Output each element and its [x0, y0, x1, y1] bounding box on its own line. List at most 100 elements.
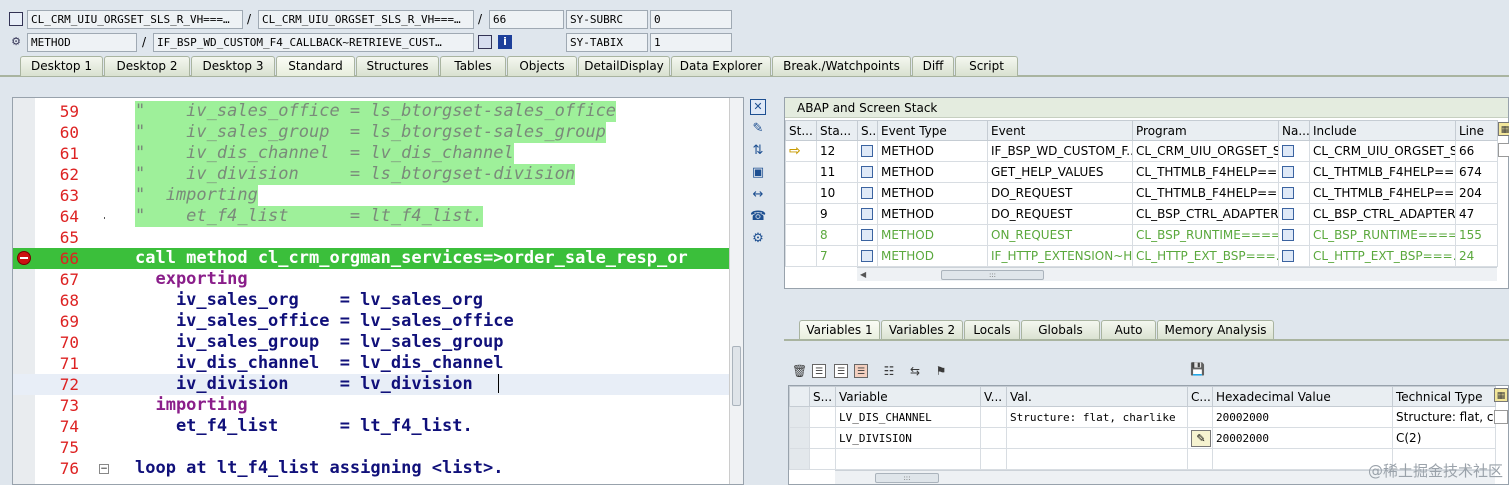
select-all-checkbox[interactable]	[1498, 143, 1509, 157]
code-line[interactable]: 62 " iv_division = ls_btorgset-division	[13, 164, 743, 185]
stack-navigate-icon[interactable]	[1278, 140, 1310, 162]
event-name-field[interactable]: IF_BSP_WD_CUSTOM_F4_CALLBACK~RETRIEVE_CU…	[153, 33, 474, 52]
stack-current-marker[interactable]	[785, 161, 817, 183]
save-icon[interactable]: 💾	[1190, 362, 1205, 376]
tab-break-watchpoints[interactable]: Break./Watchpoints	[772, 56, 911, 76]
row-selector-header[interactable]	[789, 386, 810, 407]
tab-auto[interactable]: Auto	[1101, 320, 1156, 340]
stack-event-icon[interactable]	[857, 182, 878, 204]
breakpoint-stop-icon[interactable]	[17, 251, 31, 265]
stack-horizontal-scrollbar[interactable]: ◀ :::	[857, 267, 1497, 281]
info-icon[interactable]: i	[498, 35, 512, 49]
tab-desktop-2[interactable]: Desktop 2	[104, 56, 190, 76]
sy-subrc-value[interactable]: 0	[650, 10, 732, 29]
close-icon[interactable]: ✕	[750, 99, 766, 115]
code-line[interactable]: 72 iv_division = lv_division	[13, 374, 743, 395]
stack-navigate-icon[interactable]	[1278, 245, 1310, 267]
stack-event-icon[interactable]	[857, 245, 878, 267]
code-line[interactable]: 71 iv_dis_channel = lv_dis_channel	[13, 353, 743, 374]
variables-column-header[interactable]: S...	[809, 386, 836, 407]
stack-current-marker[interactable]: ⇨	[785, 140, 817, 162]
stack-column-header[interactable]: Na...	[1278, 120, 1310, 141]
variables-column-header[interactable]: Val.	[1006, 386, 1188, 407]
code-line[interactable]: 70 iv_sales_group = lv_sales_group	[13, 332, 743, 353]
line-number-field[interactable]: 66	[489, 10, 564, 29]
resize-horizontal-icon[interactable]: ↔	[750, 187, 766, 203]
code-line[interactable]: 64 " et_f4_list = lt_f4_list.	[13, 206, 743, 227]
stack-event-icon[interactable]	[857, 224, 878, 246]
swap-tool-icon[interactable]: ⇅	[750, 143, 766, 159]
sy-tabix-value[interactable]: 1	[650, 33, 732, 52]
row-selector[interactable]	[789, 406, 810, 428]
code-line[interactable]: 73 importing	[13, 395, 743, 416]
tab-memory-analysis[interactable]: Memory Analysis	[1157, 320, 1274, 340]
stack-column-header[interactable]: Sta...	[816, 120, 858, 141]
tab-structures[interactable]: Structures	[356, 56, 439, 76]
variant-icon[interactable]: ☰	[854, 364, 868, 378]
stack-row[interactable]: 10 METHOD DO_REQUEST CL_THTMLB_F4HELP==... C…	[785, 182, 1498, 204]
stack-event-icon[interactable]	[857, 203, 878, 225]
variables-checkbox[interactable]	[1494, 410, 1508, 424]
stack-navigate-icon[interactable]	[1278, 203, 1310, 225]
stack-row[interactable]: 11 METHOD GET_HELP_VALUES CL_THTMLB_F4HELP=…	[785, 161, 1498, 183]
column-settings-icon[interactable]: ▦	[1498, 122, 1509, 136]
tab-script[interactable]: Script	[955, 56, 1018, 76]
stack-column-header[interactable]: Event Type	[877, 120, 988, 141]
row-selector[interactable]	[789, 448, 810, 470]
stack-navigate-icon[interactable]	[1278, 161, 1310, 183]
code-line[interactable]: 76 loop at lt_f4_list assigning <list>. −	[13, 458, 743, 479]
main-program-field[interactable]: CL_CRM_UIU_ORGSET_SLS_R_VH===…	[27, 10, 243, 29]
settings-icon[interactable]: ⚙	[750, 231, 766, 247]
stack-current-marker[interactable]	[785, 224, 817, 246]
variable-change[interactable]	[1187, 406, 1213, 428]
tab-desktop-3[interactable]: Desktop 3	[191, 56, 275, 76]
service-icon[interactable]: ☎	[750, 209, 766, 225]
new-tool-icon[interactable]: ✎	[750, 121, 766, 137]
variable-value[interactable]	[1006, 448, 1188, 470]
variable-name[interactable]	[835, 448, 981, 470]
tab-diff[interactable]: Diff	[912, 56, 954, 76]
variable-change[interactable]	[1187, 448, 1213, 470]
variables-column-header[interactable]: Variable	[835, 386, 981, 407]
include-field[interactable]: CL_CRM_UIU_ORGSET_SLS_R_VH===…	[258, 10, 474, 29]
tab-standard[interactable]: Standard	[276, 56, 355, 76]
source-code-editor[interactable]: 59 " iv_sales_office = ls_btorgset-sales_…	[12, 97, 744, 485]
editor-vertical-scrollbar[interactable]	[729, 98, 743, 484]
stack-current-marker[interactable]	[785, 182, 817, 204]
tab-tables[interactable]: Tables	[440, 56, 506, 76]
maximize-icon[interactable]: ▣	[750, 165, 766, 181]
event-type-field[interactable]: METHOD	[27, 33, 137, 52]
stack-column-header[interactable]: St...	[785, 120, 817, 141]
stack-row[interactable]: ⇨ 12 METHOD IF_BSP_WD_CUSTOM_F... CL_CRM_UIU…	[785, 140, 1498, 162]
pin-icon[interactable]: ⚑	[934, 364, 948, 378]
stack-column-header[interactable]: Include	[1309, 120, 1456, 141]
variable-name[interactable]: LV_DIVISION	[835, 427, 981, 449]
code-line[interactable]: 68 iv_sales_org = lv_sales_org	[13, 290, 743, 311]
tab-variables-1[interactable]: Variables 1	[799, 320, 880, 340]
stack-column-header[interactable]: Program	[1132, 120, 1279, 141]
export-icon[interactable]: ☰	[834, 364, 848, 378]
stack-current-marker[interactable]	[785, 203, 817, 225]
code-line[interactable]: 61 " iv_dis_channel = lv_dis_channel	[13, 143, 743, 164]
variable-value[interactable]: Structure: flat, charlike	[1006, 406, 1188, 428]
code-line[interactable]: 75	[13, 437, 743, 458]
variables-column-header[interactable]: C...	[1187, 386, 1213, 407]
fold-marker[interactable]	[104, 217, 105, 219]
import-icon[interactable]: ☰	[812, 364, 826, 378]
stack-event-icon[interactable]	[857, 161, 878, 183]
code-line[interactable]: 63 " importing	[13, 185, 743, 206]
code-line[interactable]: 59 " iv_sales_office = ls_btorgset-sales_…	[13, 101, 743, 122]
code-line[interactable]: 60 " iv_sales_group = ls_btorgset-sales_g…	[13, 122, 743, 143]
tab-globals[interactable]: Globals	[1021, 320, 1100, 340]
transfer-icon[interactable]: ⇆	[908, 364, 922, 378]
variable-value[interactable]	[1006, 427, 1188, 449]
tab-variables-2[interactable]: Variables 2	[881, 320, 963, 340]
variable-name[interactable]: LV_DIS_CHANNEL	[835, 406, 981, 428]
stack-column-header[interactable]: Event	[987, 120, 1133, 141]
hierarchy-icon[interactable]: ☷	[882, 364, 896, 378]
tab-objects[interactable]: Objects	[507, 56, 577, 76]
stack-event-icon[interactable]	[857, 140, 878, 162]
stack-column-header[interactable]: S...	[857, 120, 878, 141]
code-line[interactable]: 67 exporting	[13, 269, 743, 290]
tab-data-explorer[interactable]: Data Explorer	[671, 56, 771, 76]
